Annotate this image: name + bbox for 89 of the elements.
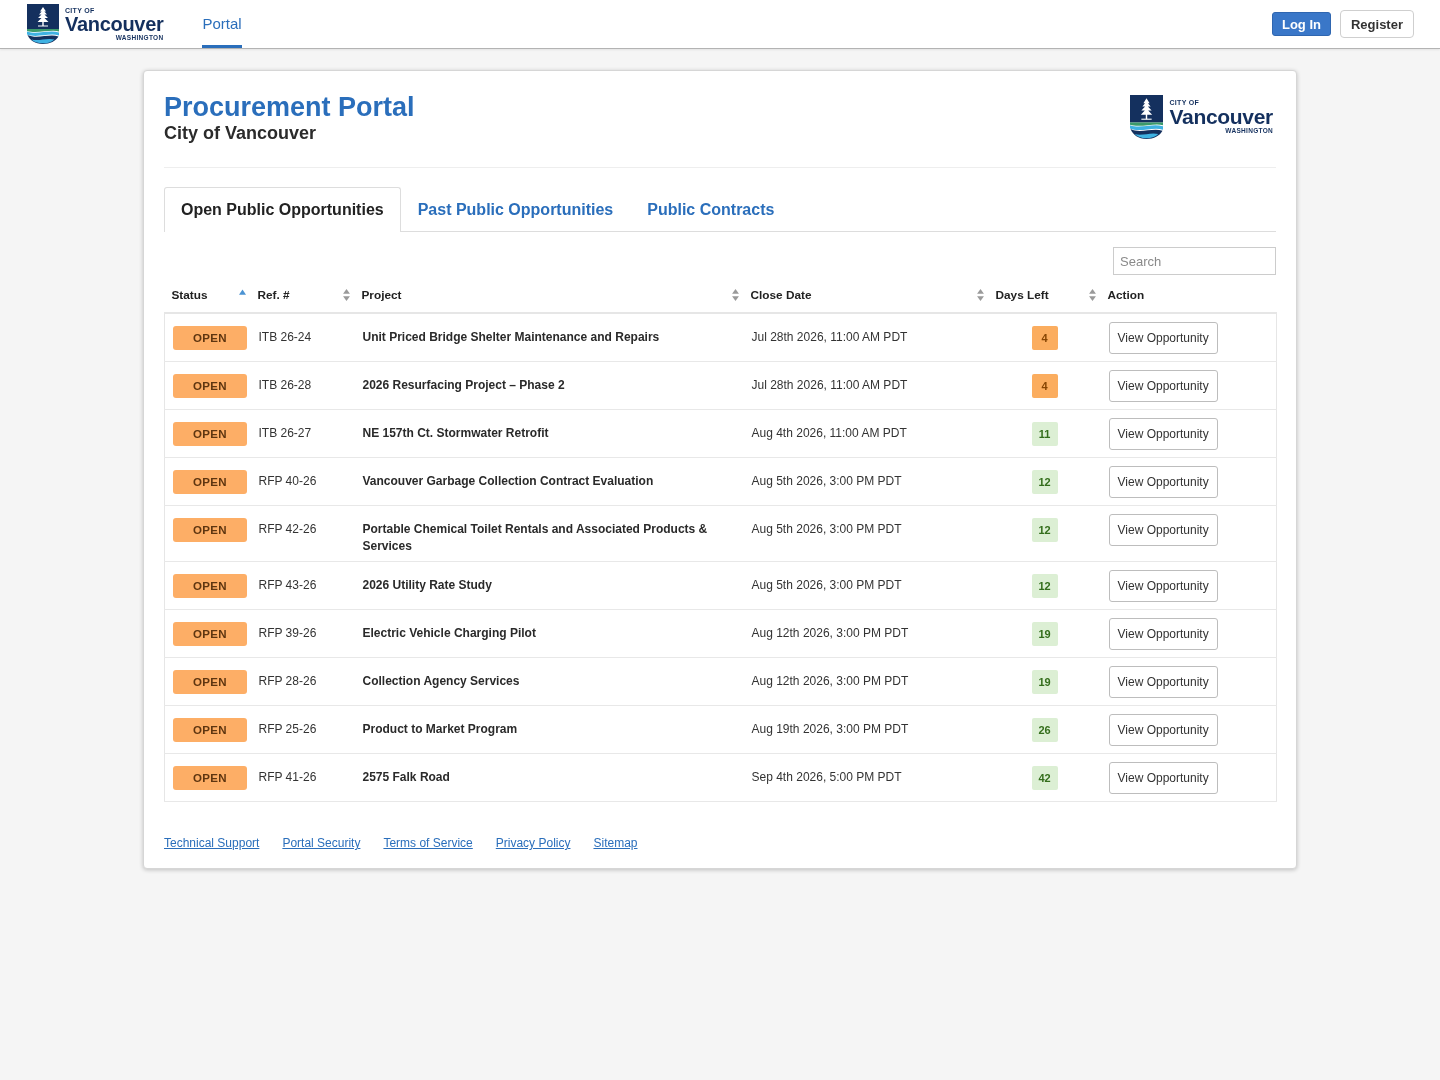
footer-link[interactable]: Privacy Policy [495,837,571,850]
view-opportunity-button[interactable]: View Opportunity [1108,418,1218,450]
tab[interactable]: Past Public Opportunities [400,187,631,232]
view-opportunity-button[interactable]: View Opportunity [1108,466,1218,498]
project-name: Product to Market Program [362,722,518,736]
ref-number: RFP 42-26 [258,522,317,536]
logo-wordmark: Vancouver [1169,107,1273,127]
ref-number: RFP 41-26 [258,770,317,784]
column-header[interactable]: Ref. # [257,288,290,302]
tab[interactable]: Open Public Opportunities [164,187,401,232]
column-header[interactable]: Project [361,288,402,302]
view-opportunity-button[interactable]: View Opportunity [1108,762,1218,794]
days-left-badge: 12 [1031,470,1058,494]
days-left-badge: 26 [1031,718,1058,742]
column-header[interactable]: Days Left [995,288,1049,302]
register-button[interactable]: Register [1339,10,1414,38]
view-opportunity-button[interactable]: View Opportunity [1108,618,1218,650]
project-name: NE 157th Ct. Stormwater Retrofit [362,426,549,440]
footer-link[interactable]: Terms of Service [383,837,473,850]
days-left-badge: 42 [1031,766,1058,790]
close-date: Sep 4th 2026, 5:00 PM PDT [751,770,902,784]
status-badge: OPEN [173,518,247,542]
tree-shield-icon [1130,95,1164,139]
project-name: 2575 Falk Road [362,770,450,784]
close-date: Jul 28th 2026, 11:00 AM PDT [751,330,908,344]
view-opportunity-button[interactable]: View Opportunity [1108,666,1218,698]
project-name: 2026 Utility Rate Study [362,578,492,592]
sort-arrows-icon[interactable] [1088,289,1096,301]
project-name: Portable Chemical Toilet Rentals and Associated Products & Services [362,522,708,553]
sort-up-icon[interactable] [238,288,246,295]
close-date: Aug 4th 2026, 11:00 AM PDT [751,426,907,440]
status-badge: OPEN [173,574,247,598]
close-date: Aug 5th 2026, 3:00 PM PDT [751,578,902,592]
page-subtitle: City of Vancouver [164,123,318,143]
search-field[interactable]: Search [1113,247,1276,275]
sort-arrows-icon[interactable] [976,289,984,301]
footer-link[interactable]: Sitemap [593,837,638,850]
page-title: Procurement Portal [164,91,415,123]
view-opportunity-button[interactable]: View Opportunity [1108,322,1218,354]
days-left-badge: 12 [1031,518,1058,542]
view-opportunity-button[interactable]: View Opportunity [1108,514,1218,546]
days-left-badge: 11 [1031,422,1058,446]
column-header[interactable]: Status [171,288,208,302]
status-badge: OPEN [173,622,247,646]
status-badge: OPEN [173,766,247,790]
status-badge: OPEN [173,374,247,398]
project-name: Vancouver Garbage Collection Contract Evaluation [362,474,654,488]
project-name: 2026 Resurfacing Project – Phase 2 [362,378,565,392]
logo-wordmark: Vancouver [65,14,164,34]
view-opportunity-button[interactable]: View Opportunity [1108,370,1218,402]
tree-shield-icon [27,4,59,44]
days-left-badge: 4 [1031,374,1058,398]
ref-number: RFP 25-26 [258,722,317,736]
login-button[interactable]: Log In [1271,12,1331,36]
status-badge: OPEN [173,670,247,694]
nav-link[interactable]: Portal [202,0,242,48]
column-header[interactable]: Close Date [750,288,812,302]
close-date: Aug 5th 2026, 3:00 PM PDT [751,522,902,536]
ref-number: ITB 26-28 [258,378,312,392]
project-name: Collection Agency Services [362,674,520,688]
tab[interactable]: Public Contracts [630,187,792,232]
close-date: Aug 12th 2026, 3:00 PM PDT [751,674,909,688]
ref-number: ITB 26-27 [258,426,312,440]
ref-number: RFP 43-26 [258,578,317,592]
view-opportunity-button[interactable]: View Opportunity [1108,570,1218,602]
days-left-badge: 12 [1031,574,1058,598]
footer-link[interactable]: Technical Support [164,837,260,850]
ref-number: RFP 40-26 [258,474,317,488]
status-badge: OPEN [173,422,247,446]
status-badge: OPEN [173,470,247,494]
close-date: Jul 28th 2026, 11:00 AM PDT [751,378,908,392]
status-badge: OPEN [173,718,247,742]
days-left-badge: 19 [1031,622,1058,646]
close-date: Aug 12th 2026, 3:00 PM PDT [751,626,909,640]
column-header[interactable]: Action [1107,288,1145,302]
project-name: Unit Priced Bridge Shelter Maintenance and Repairs [362,330,660,344]
close-date: Aug 19th 2026, 3:00 PM PDT [751,722,909,736]
status-badge: OPEN [173,326,247,350]
view-opportunity-button[interactable]: View Opportunity [1108,714,1218,746]
ref-number: RFP 28-26 [258,674,317,688]
sort-arrows-icon[interactable] [731,289,739,301]
project-name: Electric Vehicle Charging Pilot [362,626,536,640]
close-date: Aug 5th 2026, 3:00 PM PDT [751,474,902,488]
days-left-badge: 4 [1031,326,1058,350]
ref-number: ITB 26-24 [258,330,312,344]
days-left-badge: 19 [1031,670,1058,694]
footer-link[interactable]: Portal Security [282,837,361,850]
sort-arrows-icon[interactable] [342,289,350,301]
ref-number: RFP 39-26 [258,626,317,640]
